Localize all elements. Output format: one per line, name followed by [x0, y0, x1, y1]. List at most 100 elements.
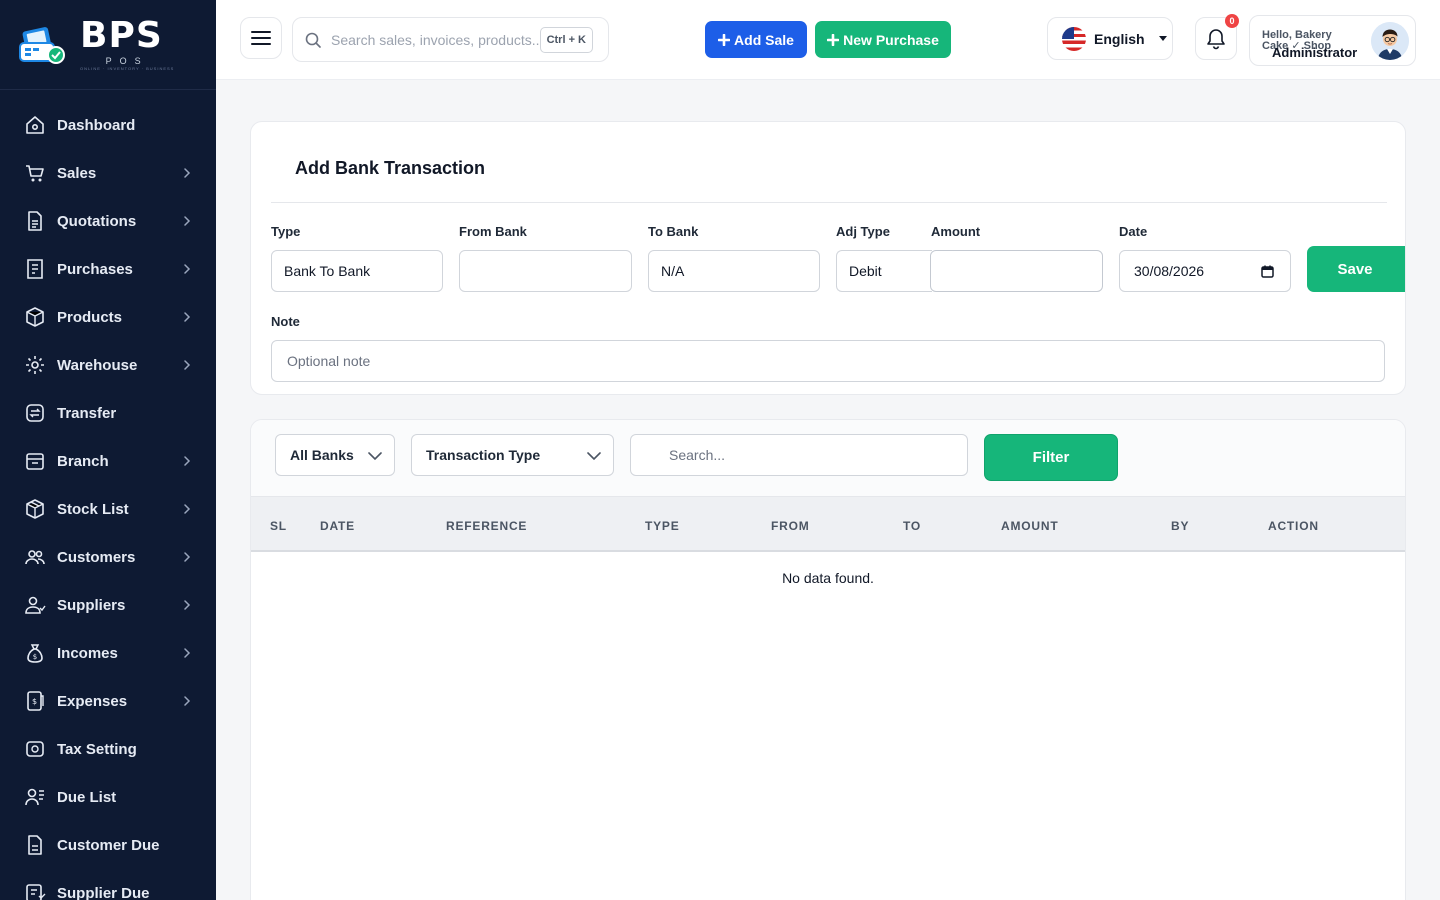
bank-filter-select[interactable]: All Banks	[275, 434, 395, 476]
chevron-right-icon	[184, 168, 191, 178]
chevron-down-icon	[587, 452, 601, 461]
add-sale-button[interactable]: Add Sale	[705, 21, 807, 58]
svg-text:$: $	[32, 697, 37, 706]
filter-button[interactable]: Filter	[984, 434, 1118, 481]
new-purchase-button[interactable]: New Purchase	[815, 21, 951, 58]
sidebar-item-label: Supplier Due	[57, 884, 150, 900]
customers-icon	[24, 546, 46, 568]
document-icon	[24, 210, 46, 232]
sidebar-item-due-list[interactable]: Due List	[0, 773, 216, 821]
add-sale-label: Add Sale	[734, 31, 794, 48]
customer-due-icon	[24, 834, 46, 856]
sidebar-item-stock-list[interactable]: Stock List	[0, 485, 216, 533]
from-bank-select[interactable]	[459, 250, 632, 292]
column-header-to: TO	[903, 519, 922, 533]
cart-icon	[24, 162, 46, 184]
type-field[interactable]: Bank To Bank	[271, 250, 443, 292]
pos-terminal-icon	[18, 21, 72, 69]
due-list-icon	[24, 786, 46, 808]
column-header-type: TYPE	[645, 519, 680, 533]
calendar-icon[interactable]	[1261, 265, 1274, 278]
type-label: Type	[271, 224, 301, 239]
sidebar-item-supplier-due[interactable]: Supplier Due	[0, 869, 216, 900]
column-header-sl: SL	[270, 519, 287, 533]
plus-icon	[718, 33, 731, 46]
home-icon	[24, 114, 46, 136]
sidebar-item-incomes[interactable]: $ Incomes	[0, 629, 216, 677]
sidebar-item-label: Quotations	[57, 212, 137, 230]
empty-state-message: No data found.	[782, 570, 874, 586]
note-input[interactable]: Optional note	[271, 340, 1385, 382]
transaction-type-value: Transaction Type	[426, 447, 541, 463]
sidebar-item-dashboard[interactable]: Dashboard	[0, 101, 216, 149]
sidebar-item-expenses[interactable]: $ Expenses	[0, 677, 216, 725]
sidebar-item-transfer[interactable]: Transfer	[0, 389, 216, 437]
save-button[interactable]: Save	[1307, 246, 1405, 292]
chevron-right-icon	[184, 360, 191, 370]
sidebar-item-customers[interactable]: Customers	[0, 533, 216, 581]
page-title: Add Bank Transaction	[295, 158, 486, 178]
sidebar-item-label: Dashboard	[57, 116, 136, 134]
column-header-action: ACTION	[1268, 519, 1319, 533]
svg-text:$: $	[33, 653, 37, 661]
transaction-search-input[interactable]: Search...	[630, 434, 968, 476]
sidebar-item-quotations[interactable]: Quotations	[0, 197, 216, 245]
sidebar-item-sales[interactable]: Sales	[0, 149, 216, 197]
sidebar-item-label: Tax Setting	[57, 740, 137, 758]
adj-type-field[interactable]: Debit	[836, 250, 932, 292]
sidebar-item-label: Stock List	[57, 500, 129, 518]
us-flag-icon	[1062, 26, 1086, 51]
sidebar-item-purchases[interactable]: Purchases	[0, 245, 216, 293]
chevron-right-icon	[184, 552, 191, 562]
avatar	[1371, 22, 1409, 60]
sidebar-item-products[interactable]: Products	[0, 293, 216, 341]
stock-icon	[24, 498, 46, 520]
suppliers-icon	[24, 594, 46, 616]
brand-logo[interactable]: BPS POS ONLINE · INVENTORY · BUSINESS	[0, 0, 216, 90]
language-label: English	[1094, 30, 1145, 47]
to-bank-label: To Bank	[648, 224, 699, 239]
amount-input[interactable]	[930, 250, 1103, 292]
sidebar-item-branch[interactable]: Branch	[0, 437, 216, 485]
menu-toggle-button[interactable]	[240, 17, 282, 59]
sidebar-item-label: Customers	[57, 548, 136, 566]
search-shortcut-badge: Ctrl + K	[539, 26, 593, 53]
sidebar-item-tax-setting[interactable]: Tax Setting	[0, 725, 216, 773]
global-search-input[interactable]: Search sales, invoices, products... Ctrl…	[292, 17, 609, 62]
bank-filter-value: All Banks	[290, 447, 354, 463]
sidebar-item-label: Branch	[57, 452, 109, 470]
filter-toolbar: All Banks Transaction Type Search... Fil…	[251, 420, 1405, 497]
note-label: Note	[271, 314, 300, 329]
sidebar-item-label: Suppliers	[57, 596, 126, 614]
notification-count-badge: 0	[1225, 14, 1239, 28]
date-input[interactable]: 30/08/2026	[1119, 250, 1291, 292]
caret-down-icon	[1158, 36, 1167, 41]
plus-icon	[827, 33, 840, 46]
adj-type-label: Adj Type	[836, 224, 890, 239]
warehouse-icon	[24, 354, 46, 376]
chevron-right-icon	[184, 216, 191, 226]
search-placeholder: Search sales, invoices, products...	[331, 31, 540, 48]
sidebar-item-warehouse[interactable]: Warehouse	[0, 341, 216, 389]
user-menu[interactable]: Hello, Bakery Cake ✓ Shop Administrator	[1249, 15, 1416, 66]
bell-icon	[1207, 28, 1225, 49]
hamburger-icon	[251, 31, 271, 45]
add-bank-transaction-card: Add Bank Transaction Type Bank To Bank F…	[250, 121, 1406, 395]
language-selector[interactable]: English	[1047, 17, 1173, 60]
sidebar-item-label: Due List	[57, 788, 117, 806]
sidebar-item-label: Purchases	[57, 260, 133, 278]
to-bank-field[interactable]: N/A	[648, 250, 820, 292]
column-header-by: BY	[1171, 519, 1190, 533]
supplier-due-icon	[24, 882, 46, 900]
sidebar-item-label: Products	[57, 308, 123, 326]
sidebar-item-label: Sales	[57, 164, 97, 182]
sidebar-item-label: Incomes	[57, 644, 118, 662]
money-bag-icon: $	[24, 642, 46, 664]
sidebar-item-suppliers[interactable]: Suppliers	[0, 581, 216, 629]
branch-icon	[24, 450, 46, 472]
date-label: Date	[1119, 224, 1148, 239]
transaction-type-select[interactable]: Transaction Type	[411, 434, 614, 476]
sidebar-item-customer-due[interactable]: Customer Due	[0, 821, 216, 869]
divider	[271, 202, 1387, 203]
receipt-icon	[24, 258, 46, 280]
